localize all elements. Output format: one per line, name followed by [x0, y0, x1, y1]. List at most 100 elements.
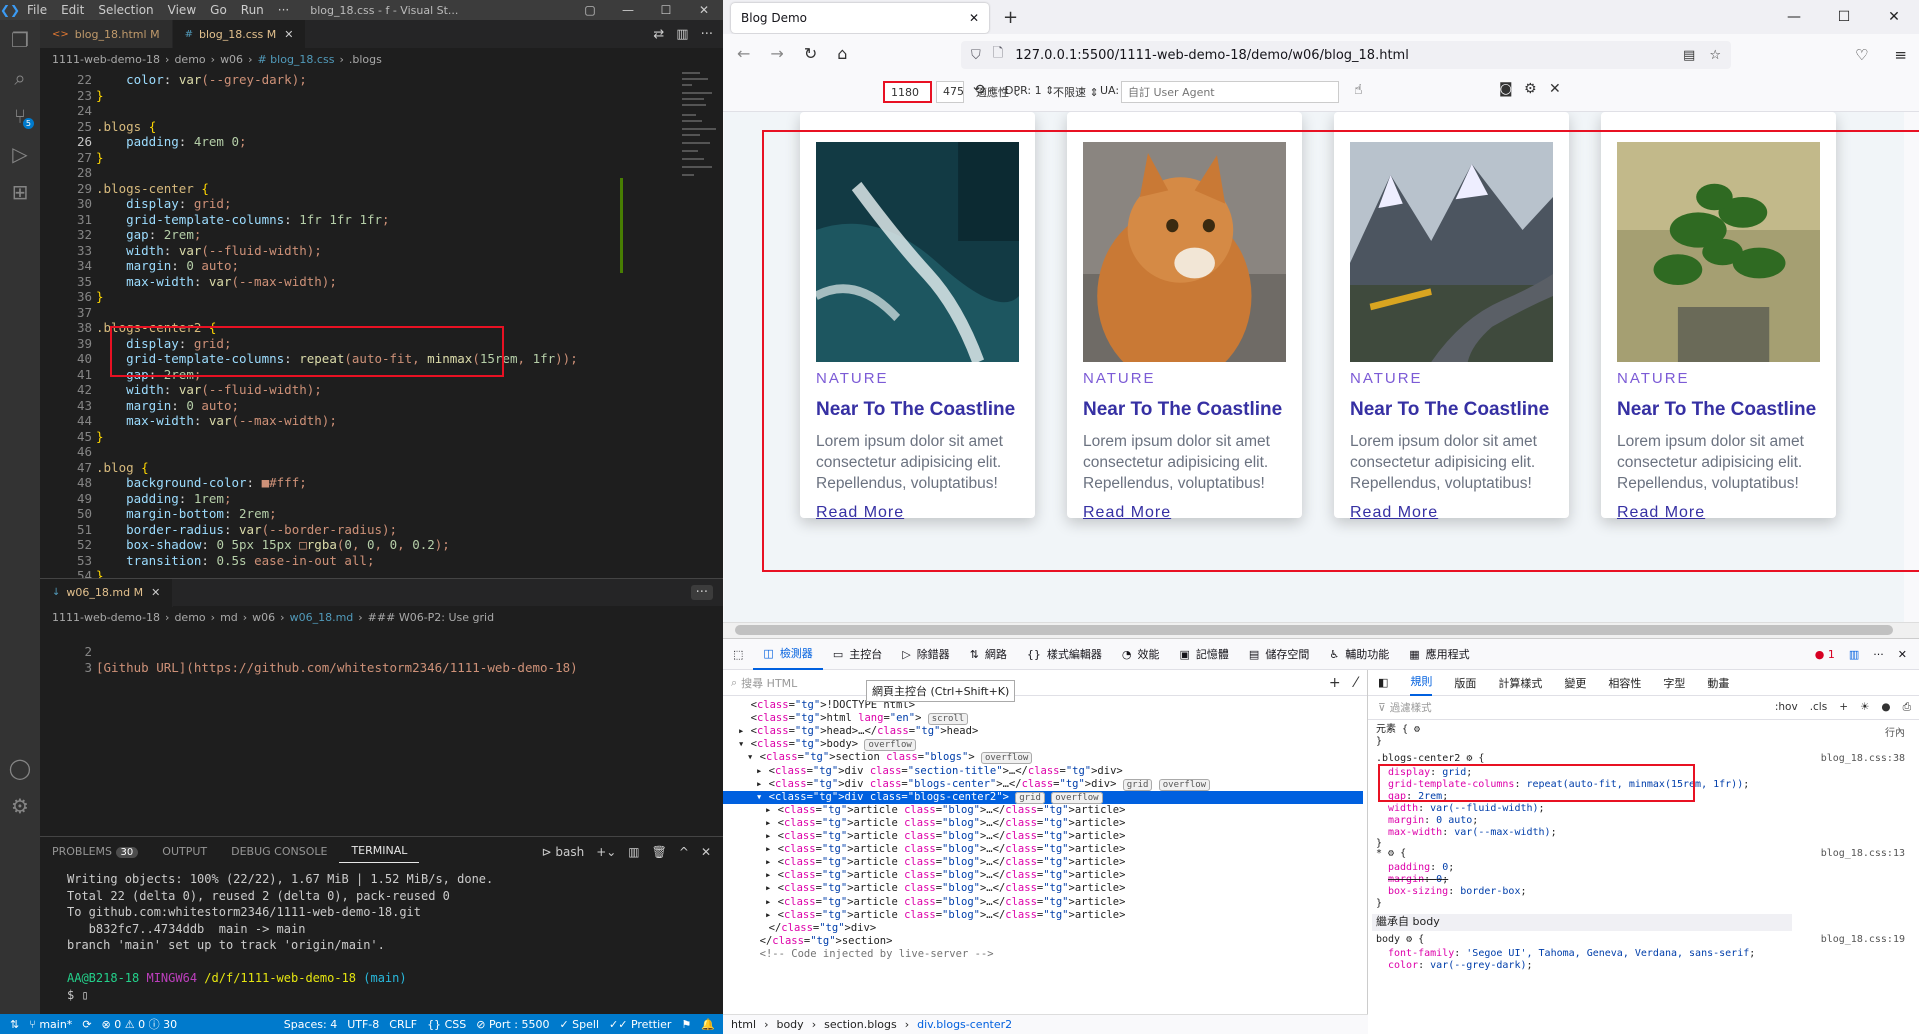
- breadcrumb-item[interactable]: md: [220, 611, 238, 624]
- markup-node[interactable]: ▸ <class="tg">article class="blog">…</cl…: [723, 817, 1363, 830]
- markup-node[interactable]: ▸ <class="tg">article class="blog">…</cl…: [723, 882, 1363, 895]
- shield-icon[interactable]: ⛉: [971, 48, 981, 63]
- menu-more[interactable]: ···: [271, 3, 296, 17]
- rotate-icon[interactable]: ⟲: [973, 82, 985, 98]
- tab-compatibility[interactable]: 相容性: [1608, 675, 1641, 691]
- tab-changes[interactable]: 變更: [1564, 675, 1586, 691]
- bookmark-star-icon[interactable]: ☆: [1709, 48, 1721, 63]
- markup-node[interactable]: ▸ <class="tg">article class="blog">…</cl…: [723, 909, 1363, 922]
- indent-status[interactable]: Spaces: 4: [284, 1018, 337, 1031]
- print-icon[interactable]: ⎙: [1903, 701, 1911, 714]
- maximize-icon[interactable]: ☐: [1819, 9, 1869, 25]
- markup-node-selected[interactable]: ▾ <class="tg">div class="blogs-center2">…: [723, 790, 1363, 804]
- tab-close-icon[interactable]: ✕: [284, 28, 293, 41]
- add-node-icon[interactable]: +: [1329, 675, 1341, 691]
- layout-icon[interactable]: ▢: [571, 3, 609, 17]
- dock-icon[interactable]: ▥: [1849, 648, 1859, 661]
- tab-application[interactable]: ▦ 應用程式: [1399, 638, 1479, 670]
- sidebar-toggle-icon[interactable]: ◧: [1378, 676, 1388, 689]
- tab-storage[interactable]: ▤ 儲存空間: [1239, 638, 1319, 670]
- markup-node[interactable]: ▸ <class="tg">div class="blogs-center">……: [723, 778, 1363, 791]
- markup-node[interactable]: </class="tg">div>: [723, 922, 1363, 935]
- dark-theme-icon[interactable]: ●: [1881, 701, 1890, 714]
- tab-debug-console[interactable]: DEBUG CONSOLE: [219, 845, 339, 858]
- breadcrumb-item[interactable]: body: [776, 1018, 803, 1031]
- minimize-icon[interactable]: —: [609, 3, 647, 17]
- breadcrumb-item[interactable]: ### W06-P2: Use grid: [368, 611, 494, 624]
- throttle-select[interactable]: 不限速 ⇕: [1053, 84, 1099, 100]
- markup-node[interactable]: ▸ <class="tg">article class="blog">…</cl…: [723, 869, 1363, 882]
- markup-node[interactable]: </class="tg">section>: [723, 935, 1363, 948]
- css-declaration[interactable]: margin: 0 auto;: [1388, 815, 1478, 828]
- new-tab-icon[interactable]: +: [1003, 7, 1018, 28]
- back-icon[interactable]: ←: [737, 44, 750, 63]
- markup-node[interactable]: ▸ <class="tg">head>…</class="tg">head>: [723, 725, 1363, 738]
- tab-animations[interactable]: 動畫: [1707, 675, 1729, 691]
- terminal-shell-icon[interactable]: ⊳ bash: [541, 845, 584, 859]
- maximize-icon[interactable]: ☐: [647, 3, 685, 17]
- close-icon[interactable]: ✕: [1869, 9, 1919, 25]
- new-terminal-icon[interactable]: +⌄: [596, 845, 616, 859]
- markup-node[interactable]: ▸ <class="tg">div class="section-title">…: [723, 765, 1363, 778]
- rule3-source-link[interactable]: blog_18.css:19: [1821, 934, 1905, 945]
- problems-status[interactable]: ⊗ 0 ⚠ 0 ⓘ 30: [102, 1016, 178, 1032]
- tab-close-icon[interactable]: ✕: [969, 11, 979, 25]
- home-icon[interactable]: ⌂: [837, 44, 847, 63]
- tab-debugger[interactable]: ▷ 除錯器: [892, 638, 959, 670]
- tab-fonts[interactable]: 字型: [1663, 675, 1685, 691]
- close-panel-icon[interactable]: ✕: [701, 845, 711, 859]
- tab-layout[interactable]: 版面: [1454, 675, 1476, 691]
- tab-problems[interactable]: PROBLEMS 30: [40, 845, 150, 858]
- breadcrumb-item[interactable]: 1111-web-demo-18: [52, 611, 160, 624]
- css-declaration[interactable]: font-family: 'Segoe UI', Tahoma, Geneva,…: [1388, 948, 1755, 961]
- minimap[interactable]: [680, 70, 722, 300]
- markup-node[interactable]: ▾ <class="tg">body> overflow: [723, 738, 1363, 752]
- error-count[interactable]: ● 1: [1815, 648, 1835, 661]
- run-debug-icon[interactable]: ▷: [0, 136, 40, 172]
- more-actions-icon[interactable]: ···: [690, 585, 713, 600]
- css-declaration[interactable]: padding: 0;: [1388, 862, 1454, 875]
- reload-icon[interactable]: ↻: [804, 44, 817, 63]
- markup-node[interactable]: ▸ <class="tg">article class="blog">…</cl…: [723, 830, 1363, 843]
- breadcrumb-item[interactable]: html: [731, 1018, 756, 1031]
- breadcrumb-item[interactable]: # blog_18.css: [257, 53, 334, 66]
- page-info-icon[interactable]: 🗋: [993, 44, 1003, 66]
- compare-changes-icon[interactable]: ⇄: [653, 27, 664, 42]
- url-bar[interactable]: ⛉ 🗋 127.0.0.1:5500/1111-web-demo-18/demo…: [961, 41, 1731, 69]
- markup-node[interactable]: <class="tg">html lang="en"> scroll: [723, 712, 1363, 726]
- eol-status[interactable]: CRLF: [389, 1018, 417, 1031]
- cls-toggle[interactable]: .cls: [1810, 701, 1828, 714]
- markup-node[interactable]: ▾ <class="tg">section class="blogs"> ove…: [723, 751, 1363, 765]
- breadcrumb-item[interactable]: div.blogs-center2: [917, 1018, 1012, 1031]
- minimize-icon[interactable]: —: [1769, 9, 1819, 25]
- viewport-width-input[interactable]: 1180: [883, 81, 932, 103]
- close-devtools-icon[interactable]: ✕: [1898, 648, 1907, 661]
- search-icon[interactable]: ⌕: [0, 60, 40, 96]
- menu-edit[interactable]: Edit: [54, 3, 91, 17]
- menu-run[interactable]: Run: [234, 3, 271, 17]
- explorer-icon[interactable]: ❐: [0, 22, 40, 58]
- terminal-input[interactable]: $ ▯: [67, 988, 696, 1005]
- markup-node[interactable]: <class="tg">!DOCTYPE html>: [723, 699, 1363, 712]
- breadcrumb-item[interactable]: .blogs: [349, 53, 382, 66]
- rule3-selector[interactable]: body ⚙ {: [1376, 934, 1424, 947]
- tab-blog-css[interactable]: # blog_18.css M ✕: [172, 20, 307, 48]
- ua-input[interactable]: [1121, 81, 1339, 103]
- pocket-icon[interactable]: ♡: [1855, 46, 1868, 64]
- reader-view-icon[interactable]: ▤: [1683, 48, 1695, 63]
- more-actions-icon[interactable]: ···: [701, 27, 713, 42]
- markup-node[interactable]: ▸ <class="tg">article class="blog">…</cl…: [723, 896, 1363, 909]
- rule1-source-link[interactable]: blog_18.css:38: [1821, 753, 1905, 764]
- menu-selection[interactable]: Selection: [91, 3, 160, 17]
- css-declaration[interactable]: max-width: var(--max-width);: [1388, 827, 1557, 840]
- branch-status[interactable]: ⑂ main*: [29, 1018, 72, 1031]
- live-server-status[interactable]: ⊘ Port : 5500: [476, 1018, 549, 1031]
- tab-inspector[interactable]: ◫ 檢測器: [753, 638, 823, 670]
- split-editor-icon[interactable]: ▥: [676, 27, 688, 42]
- menu-go[interactable]: Go: [203, 3, 234, 17]
- terminal[interactable]: Writing objects: 100% (22/22), 1.67 MiB …: [40, 866, 723, 1014]
- hov-toggle[interactable]: :hov: [1775, 701, 1798, 714]
- breadcrumb-item[interactable]: w06: [220, 53, 243, 66]
- breadcrumb-item[interactable]: w06_18.md: [290, 611, 354, 624]
- markup-node[interactable]: ▸ <class="tg">article class="blog">…</cl…: [723, 843, 1363, 856]
